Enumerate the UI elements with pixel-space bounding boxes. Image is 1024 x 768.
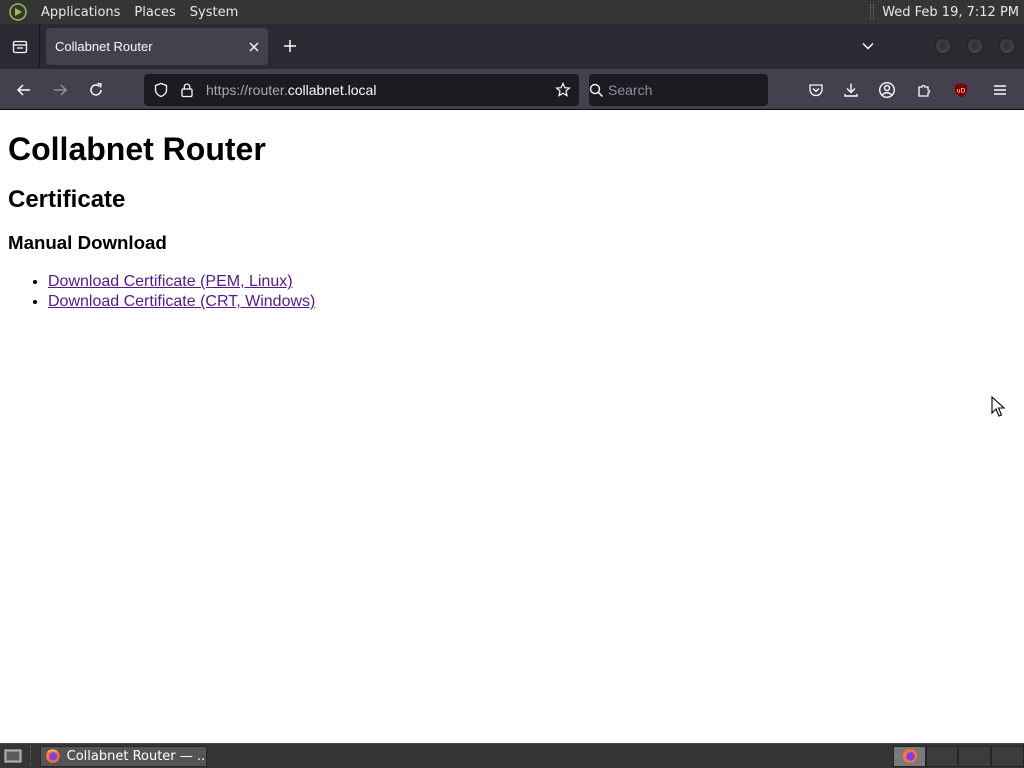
forward-button[interactable] — [45, 75, 75, 105]
close-window-button[interactable] — [999, 38, 1015, 54]
search-bar[interactable] — [589, 74, 793, 106]
account-button[interactable] — [872, 75, 902, 105]
show-desktop-icon — [4, 749, 22, 763]
tab-title: Collabnet Router — [55, 39, 153, 54]
places-menu[interactable]: Places — [127, 5, 182, 20]
workspace-3[interactable] — [958, 746, 991, 767]
tab-close-icon[interactable] — [240, 33, 268, 61]
search-input[interactable] — [604, 82, 793, 98]
new-tab-button[interactable] — [276, 32, 304, 60]
maximize-button[interactable] — [967, 38, 983, 54]
applications-menu[interactable]: Applications — [34, 5, 127, 20]
bottom-taskbar: Collabnet Router — ... — [0, 743, 1024, 768]
downloads-button[interactable] — [836, 75, 866, 105]
pocket-icon — [809, 84, 823, 97]
taskbar-window-title: Collabnet Router — ... — [66, 748, 206, 764]
list-item: Download Certificate (PEM, Linux) — [48, 272, 1016, 292]
downloads-icon — [844, 83, 858, 97]
url-scheme-prefix: https://router. — [206, 82, 288, 98]
download-pem-link[interactable]: Download Certificate (PEM, Linux) — [48, 273, 293, 290]
page-title: Collabnet Router — [8, 131, 266, 167]
extensions-icon — [918, 84, 931, 97]
mouse-cursor-icon — [991, 396, 1005, 417]
ublock-icon: uD — [955, 83, 967, 97]
reload-button[interactable] — [81, 75, 111, 105]
list-item: Download Certificate (CRT, Windows) — [48, 292, 1016, 312]
url-text[interactable]: https://router.collabnet.local — [200, 82, 547, 98]
firefox-view-icon — [12, 40, 27, 53]
download-crt-link[interactable]: Download Certificate (CRT, Windows) — [48, 293, 315, 310]
firefox-icon — [45, 749, 60, 763]
taskbar-separator — [30, 746, 36, 766]
chevron-down-icon — [862, 42, 874, 50]
workspace-2[interactable] — [926, 746, 958, 767]
section-heading-certificate: Certificate — [8, 186, 126, 213]
tab-collabnet-router[interactable]: Collabnet Router — [46, 28, 268, 65]
url-bar[interactable]: https://router.collabnet.local — [144, 74, 579, 106]
tab-strip: Collabnet Router — [0, 24, 1024, 69]
lock-icon[interactable] — [174, 74, 200, 106]
back-button[interactable] — [9, 75, 39, 105]
forward-icon — [54, 84, 68, 96]
ublock-button[interactable]: uD — [946, 75, 976, 105]
subsection-heading-manual-download: Manual Download — [8, 232, 167, 253]
search-icon — [589, 74, 604, 106]
back-icon — [16, 84, 30, 96]
reload-icon — [90, 82, 102, 96]
plus-icon — [284, 40, 296, 52]
url-domain: collabnet.local — [287, 82, 377, 98]
pocket-button[interactable] — [801, 75, 831, 105]
taskbar-window-button[interactable]: Collabnet Router — ... — [40, 745, 207, 767]
app-menu-button[interactable] — [985, 75, 1015, 105]
show-desktop-button[interactable] — [2, 746, 24, 766]
firefox-icon — [903, 749, 917, 763]
bookmark-star-icon[interactable] — [547, 74, 579, 106]
account-icon — [878, 81, 896, 99]
ublock-label: uD — [957, 88, 966, 95]
page-content: Collabnet Router Certificate Manual Down… — [0, 111, 1024, 743]
shield-icon[interactable] — [148, 74, 174, 106]
firefox-view-button[interactable] — [0, 24, 40, 69]
top-panel: Applications Places System Wed Feb 19, 7… — [0, 0, 1024, 24]
extensions-button[interactable] — [909, 75, 939, 105]
clock[interactable]: Wed Feb 19, 7:12 PM — [882, 5, 1024, 20]
download-link-list: Download Certificate (PEM, Linux) Downlo… — [8, 272, 1016, 312]
list-all-tabs-button[interactable] — [854, 32, 882, 60]
system-menu[interactable]: System — [183, 5, 245, 20]
distro-logo-icon[interactable] — [8, 2, 28, 22]
workspace-4[interactable] — [991, 746, 1024, 767]
hamburger-menu-icon — [994, 85, 1006, 95]
minimize-button[interactable] — [935, 38, 951, 54]
nav-toolbar: https://router.collabnet.local Search uD — [0, 69, 1024, 110]
workspace-1[interactable] — [893, 746, 926, 767]
panel-handle — [870, 4, 875, 20]
